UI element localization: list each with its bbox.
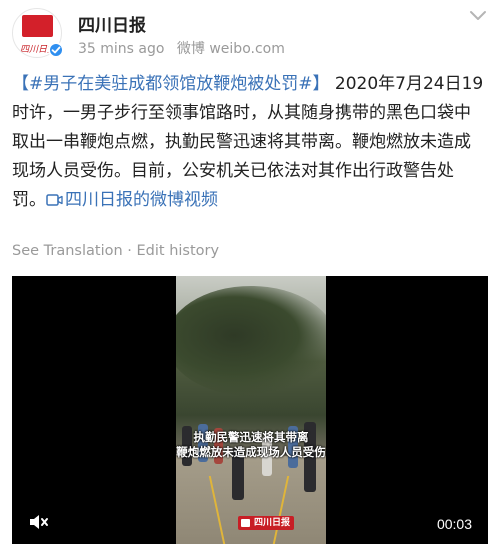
video-link[interactable]: 四川日报的微博视频 [46, 190, 218, 210]
brand-logo-icon [22, 15, 53, 37]
video-duration: 00:03 [436, 516, 472, 532]
actions-separator: · [122, 243, 137, 259]
chevron-down-icon[interactable] [468, 8, 488, 24]
video-play-icon [46, 194, 63, 206]
post-body: 【#男子在美驻成都领馆放鞭炮被处罚#】 2020年7月24日19时许，一男子步行… [12, 70, 486, 215]
video-player[interactable]: 执勤民警迅速将其带离 鞭炮燃放未造成现场人员受伤 四川日报 00:03 [12, 276, 488, 544]
post-actions: See Translation · Edit history [12, 243, 219, 259]
speaker-muted-icon[interactable] [28, 512, 50, 532]
post-header: 四川日报 四川日报 35 mins ago 微博 weibo.com [12, 8, 488, 60]
post-time: 35 mins ago [78, 41, 165, 57]
video-caption-line-1: 执勤民警迅速将其带离 [193, 430, 309, 444]
see-translation-link[interactable]: See Translation [12, 243, 123, 259]
post-source: 微博 weibo.com [176, 41, 285, 57]
topic-hashtag-link[interactable]: 【#男子在美驻成都领馆放鞭炮被处罚#】 [12, 74, 330, 94]
video-link-label: 四川日报的微博视频 [65, 190, 218, 210]
verified-badge-icon [48, 42, 64, 58]
account-name[interactable]: 四川日报 [78, 11, 146, 36]
video-caption: 执勤民警迅速将其带离 鞭炮燃放未造成现场人员受伤 [176, 430, 326, 460]
video-frame [176, 276, 326, 544]
edit-history-link[interactable]: Edit history [137, 243, 220, 259]
post-meta: 35 mins ago 微博 weibo.com [78, 38, 293, 58]
video-watermark: 四川日报 [238, 516, 295, 530]
video-caption-line-2: 鞭炮燃放未造成现场人员受伤 [176, 445, 326, 459]
video-frame-tree [176, 286, 326, 396]
